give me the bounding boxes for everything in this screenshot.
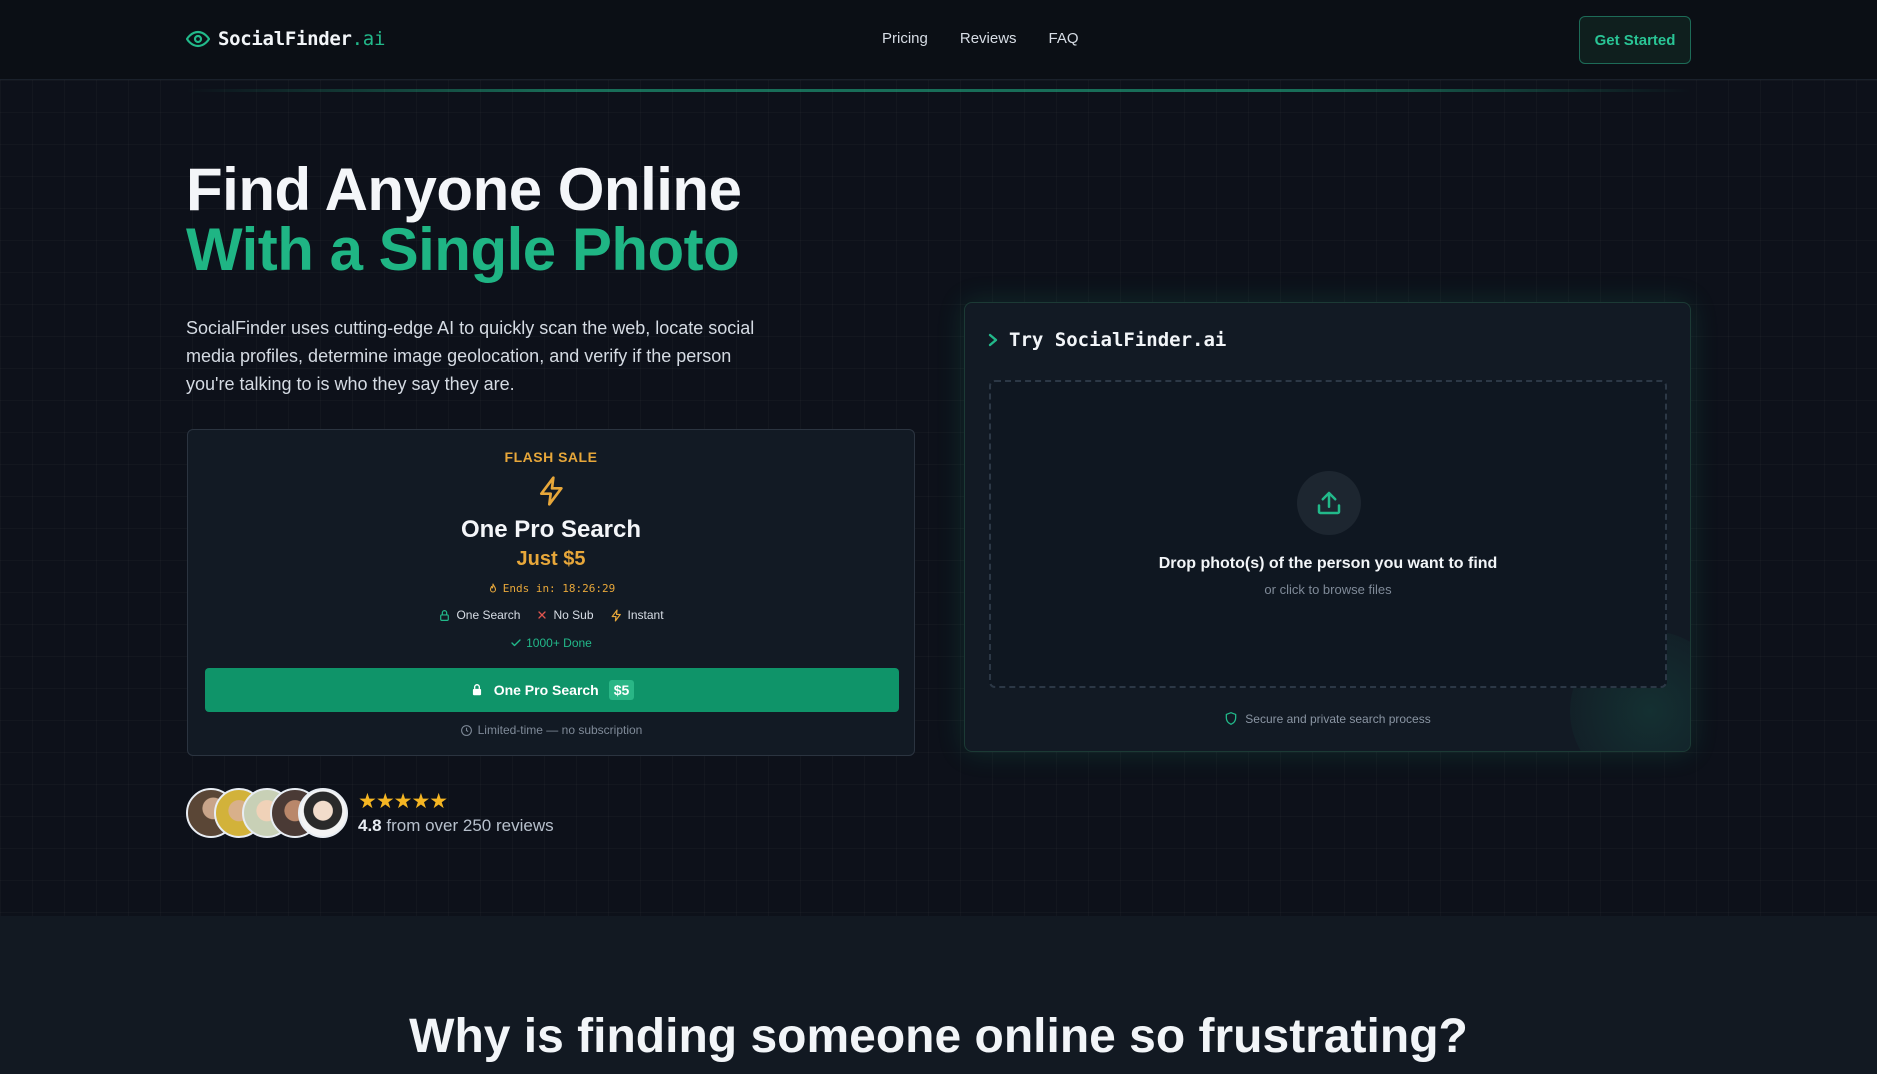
flash-sale-label: FLASH SALE xyxy=(504,449,598,465)
lightning-small-icon xyxy=(611,608,621,622)
cta-label: One Pro Search xyxy=(493,682,599,698)
clock-icon xyxy=(460,724,472,736)
nav-link-reviews[interactable]: Reviews xyxy=(960,30,1017,47)
upload-panel: Try SocialFinder.ai Drop photo(s) of the… xyxy=(964,302,1691,752)
nav-links: Pricing Reviews FAQ xyxy=(882,30,1079,47)
chevron-right-icon xyxy=(988,333,998,347)
feature-instant: Instant xyxy=(610,608,664,622)
hero-title-line2: With a Single Photo xyxy=(186,216,740,283)
dropzone-title: Drop photo(s) of the person you want to … xyxy=(1158,555,1498,572)
eye-icon xyxy=(186,30,210,48)
reviewer-avatars xyxy=(186,788,348,838)
section-title: Why is finding someone online so frustra… xyxy=(409,1010,1468,1063)
photo-dropzone[interactable]: Drop photo(s) of the person you want to … xyxy=(989,380,1667,688)
hero-title: Find Anyone Online With a Single Photo xyxy=(186,156,742,283)
lock-icon xyxy=(472,684,481,696)
countdown-text: Ends in: 18:26:29 xyxy=(502,582,616,595)
rating-summary: 4.8 from over 250 reviews xyxy=(358,816,554,835)
completed-count: 1000+ Done xyxy=(188,636,914,650)
top-navbar: SocialFinder.ai Pricing Reviews FAQ Get … xyxy=(0,0,1877,80)
cta-price-badge: $5 xyxy=(608,680,635,700)
flame-icon xyxy=(489,582,496,593)
flash-sale-card: FLASH SALE One Pro Search Just $5 Ends i… xyxy=(187,429,915,756)
panel-title: Try SocialFinder.ai xyxy=(987,329,1226,351)
offer-title: One Pro Search xyxy=(460,516,642,543)
lock-icon xyxy=(440,609,450,621)
feature-one-search: One Search xyxy=(438,608,520,622)
upload-icon xyxy=(1317,491,1341,515)
get-started-button[interactable]: Get Started xyxy=(1579,16,1691,64)
nav-link-faq[interactable]: FAQ xyxy=(1049,30,1079,47)
upload-icon-circle xyxy=(1297,471,1361,535)
check-icon xyxy=(511,639,521,647)
offer-price: Just $5 xyxy=(516,548,586,570)
feature-list: One Search No Sub Instant xyxy=(188,608,914,622)
hero-title-line1: Find Anyone Online xyxy=(186,156,742,223)
nav-link-pricing[interactable]: Pricing xyxy=(882,30,928,47)
star-rating: ★★★★★ xyxy=(358,790,448,813)
feature-no-sub: No Sub xyxy=(536,608,594,622)
logo[interactable]: SocialFinder.ai xyxy=(186,27,385,51)
limited-time-note: Limited-time — no subscription xyxy=(188,723,914,737)
glow-divider xyxy=(186,89,1691,92)
avatar xyxy=(298,788,348,838)
dropzone-subtitle: or click to browse files xyxy=(1264,582,1392,597)
logo-text: SocialFinder.ai xyxy=(218,28,386,50)
shield-icon xyxy=(1225,712,1237,725)
secure-note: Secure and private search process xyxy=(965,711,1690,726)
buy-pro-search-button[interactable]: One Pro Search $5 xyxy=(205,668,899,712)
hero-description: SocialFinder uses cutting-edge AI to qui… xyxy=(186,318,755,394)
lightning-icon xyxy=(540,476,563,506)
x-icon xyxy=(538,611,547,619)
countdown-timer: Ends in: 18:26:29 xyxy=(188,582,914,595)
